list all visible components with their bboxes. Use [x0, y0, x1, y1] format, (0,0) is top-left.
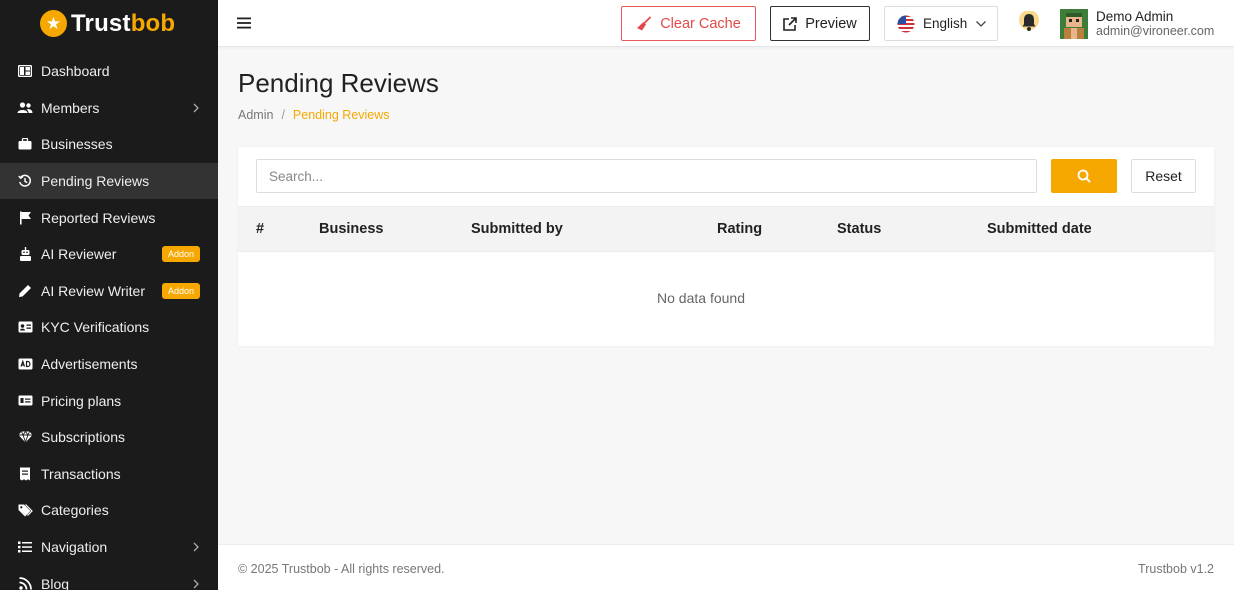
sidebar-item-label: Categories — [41, 502, 109, 519]
clear-cache-label: Clear Cache — [660, 15, 741, 32]
footer: © 2025 Trustbob - All rights reserved. T… — [218, 544, 1234, 590]
sidebar-item-navigation[interactable]: Navigation — [0, 529, 218, 566]
sidebar: ★ Trustbob Dashboard Members Businesses … — [0, 0, 218, 590]
sidebar-item-dashboard[interactable]: Dashboard — [0, 53, 218, 90]
ad-icon — [17, 356, 33, 372]
sidebar-item-blog[interactable]: Blog — [0, 565, 218, 590]
list-icon — [17, 539, 33, 555]
preview-label: Preview — [805, 15, 857, 32]
sidebar-item-kyc-verifications[interactable]: KYC Verifications — [0, 309, 218, 346]
sidebar-item-label: Navigation — [41, 539, 108, 556]
sidebar-nav: Dashboard Members Businesses Pending Rev… — [0, 53, 218, 590]
sidebar-item-label: KYC Verifications — [41, 319, 150, 336]
brand-name-prefix: Trust — [71, 9, 131, 37]
user-info[interactable]: Demo Admin admin@vironeer.com — [1096, 9, 1215, 39]
id-card-icon — [17, 319, 33, 335]
chevron-down-icon — [976, 20, 987, 27]
reset-button[interactable]: Reset — [1131, 159, 1196, 193]
preview-button[interactable]: Preview — [770, 6, 870, 41]
chevron-right-icon — [193, 579, 199, 589]
sidebar-item-label: Advertisements — [41, 356, 138, 373]
briefcase-icon — [17, 136, 33, 152]
column-header-business[interactable]: Business — [319, 221, 383, 237]
history-icon — [17, 173, 33, 189]
user-name: Demo Admin — [1096, 9, 1174, 24]
sidebar-item-businesses[interactable]: Businesses — [0, 126, 218, 163]
tags-icon — [17, 502, 33, 518]
table-header: # Business Submitted by Rating Status Su… — [238, 206, 1214, 252]
sidebar-item-ai-review-writer[interactable]: AI Review Writer Addon — [0, 273, 218, 310]
chevron-right-icon — [193, 542, 199, 552]
sidebar-item-transactions[interactable]: Transactions — [0, 456, 218, 493]
sidebar-item-label: Businesses — [41, 136, 113, 153]
column-header-submitted-by[interactable]: Submitted by — [471, 221, 563, 237]
column-header-status[interactable]: Status — [837, 221, 881, 237]
sidebar-item-label: Reported Reviews — [41, 209, 156, 226]
broom-icon — [637, 15, 652, 30]
sidebar-item-label: Members — [41, 99, 100, 116]
sidebar-item-reported-reviews[interactable]: Reported Reviews — [0, 199, 218, 236]
sidebar-item-label: Transactions — [41, 465, 121, 482]
external-link-icon — [783, 16, 798, 31]
breadcrumb-current: Pending Reviews — [292, 108, 390, 122]
sidebar-item-label: Pending Reviews — [41, 173, 150, 190]
sidebar-item-ai-reviewer[interactable]: AI Reviewer Addon — [0, 236, 218, 273]
sidebar-item-categories[interactable]: Categories — [0, 492, 218, 529]
robot-icon — [17, 246, 33, 262]
chevron-right-icon — [193, 103, 199, 113]
pen-icon — [17, 283, 33, 299]
sidebar-item-label: Pricing plans — [41, 392, 122, 409]
sidebar-item-label: Blog — [41, 575, 70, 590]
breadcrumb-root[interactable]: Admin — [238, 108, 273, 122]
brand-name-suffix: bob — [130, 9, 176, 37]
search-icon — [1077, 169, 1091, 183]
sidebar-item-advertisements[interactable]: Advertisements — [0, 346, 218, 383]
sidebar-item-label: AI Reviewer — [41, 246, 117, 263]
language-label: English — [923, 16, 968, 31]
money-bill-icon — [17, 393, 33, 409]
column-header-rating[interactable]: Rating — [717, 221, 762, 237]
users-icon — [17, 100, 33, 116]
top-header: Clear Cache Preview English Demo Admin a… — [218, 0, 1234, 47]
breadcrumb: Admin / Pending Reviews — [238, 108, 390, 122]
sidebar-item-pricing-plans[interactable]: Pricing plans — [0, 382, 218, 419]
empty-state: No data found — [657, 290, 745, 306]
sidebar-item-pending-reviews[interactable]: Pending Reviews — [0, 162, 218, 200]
user-email: admin@vironeer.com — [1096, 24, 1215, 38]
flag-icon — [17, 210, 33, 226]
receipt-icon — [17, 466, 33, 482]
footer-version: Trustbob v1.2 — [1138, 562, 1214, 576]
reviews-card: Reset # Business Submitted by Rating Sta… — [238, 147, 1214, 346]
sidebar-item-label: AI Review Writer — [41, 282, 145, 299]
page-title: Pending Reviews — [238, 68, 439, 98]
search-button[interactable] — [1051, 159, 1117, 193]
column-header-number[interactable]: # — [256, 221, 264, 237]
rss-icon — [17, 576, 33, 590]
dashboard-icon — [17, 63, 33, 79]
bell-icon[interactable] — [1018, 11, 1040, 35]
column-header-submitted-date[interactable]: Submitted date — [987, 221, 1092, 237]
brand-logo[interactable]: ★ Trustbob — [0, 0, 218, 47]
clear-cache-button[interactable]: Clear Cache — [621, 6, 756, 41]
hamburger-menu-icon[interactable] — [236, 15, 252, 31]
us-flag-icon — [897, 15, 915, 32]
star-icon: ★ — [40, 10, 67, 37]
breadcrumb-separator: / — [281, 108, 285, 122]
sidebar-item-label: Dashboard — [41, 63, 110, 80]
gem-icon — [17, 429, 33, 445]
sidebar-item-subscriptions[interactable]: Subscriptions — [0, 419, 218, 456]
sidebar-item-members[interactable]: Members — [0, 90, 218, 127]
search-input[interactable] — [256, 159, 1037, 193]
addon-badge: Addon — [161, 246, 200, 263]
avatar[interactable] — [1060, 9, 1088, 39]
language-select[interactable]: English — [884, 6, 998, 41]
sidebar-item-label: Subscriptions — [41, 429, 126, 446]
addon-badge: Addon — [161, 282, 200, 299]
footer-copyright: © 2025 Trustbob - All rights reserved. — [238, 562, 445, 576]
